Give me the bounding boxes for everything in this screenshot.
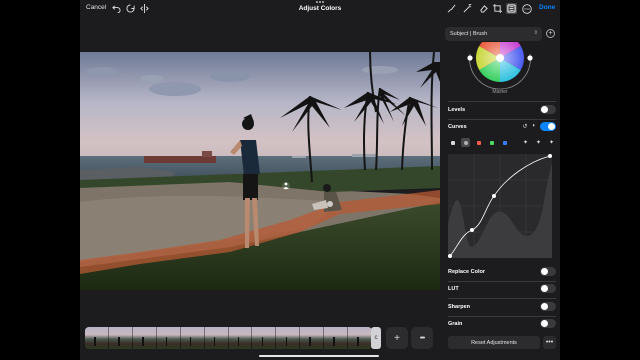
window-grabber[interactable] — [316, 1, 324, 4]
redo-icon[interactable] — [125, 3, 136, 14]
channel-luminance-button[interactable] — [448, 138, 457, 147]
sharpen-toggle[interactable] — [540, 302, 556, 311]
add-frame-button[interactable]: + — [386, 327, 408, 349]
app-window: Cancel Adjust Colors Done c + ••• Subjec… — [80, 0, 560, 360]
curves-toggle[interactable] — [540, 122, 556, 131]
grain-toggle[interactable] — [540, 319, 556, 328]
replace-color-label: Replace Color — [448, 269, 485, 275]
divider — [448, 316, 556, 317]
lut-toggle[interactable] — [540, 284, 556, 293]
photo-canvas[interactable] — [80, 52, 440, 290]
levels-label: Levels — [448, 107, 466, 113]
sharpen-label: Sharpen — [448, 304, 471, 310]
grain-row: Grain — [448, 318, 556, 330]
gray-point-picker-icon[interactable]: ✦ — [534, 138, 543, 147]
curves-row: Curves ↺ ◐ — [448, 121, 556, 133]
reset-curve-icon[interactable]: ↺ — [522, 123, 527, 130]
panel-more-button[interactable]: ••• — [543, 336, 556, 349]
compare-icon[interactable] — [139, 3, 150, 14]
film-frame[interactable] — [348, 327, 372, 349]
brush-icon[interactable] — [446, 3, 457, 14]
grain-label: Grain — [448, 321, 463, 327]
levels-row: Levels — [448, 104, 556, 116]
magic-wand-icon[interactable] — [462, 3, 473, 14]
film-frame[interactable] — [132, 327, 157, 349]
subject-selector-label: Subject | Brush — [450, 31, 488, 37]
reset-adjustments-button[interactable]: Reset Adjustments — [448, 336, 540, 349]
lut-row: LUT — [448, 283, 556, 295]
film-frame[interactable] — [252, 327, 277, 349]
film-frame[interactable] — [156, 327, 181, 349]
eraser-icon[interactable] — [478, 3, 489, 14]
home-indicator[interactable] — [259, 355, 379, 357]
lut-label: LUT — [448, 286, 459, 292]
add-subject-button[interactable]: + — [546, 29, 555, 38]
film-frame[interactable] — [300, 327, 325, 349]
film-frame[interactable] — [108, 327, 133, 349]
curve-editor[interactable] — [448, 154, 552, 258]
filmstrip[interactable] — [85, 327, 372, 349]
subject-selector[interactable]: Subject | Brush ⇕ — [445, 27, 542, 41]
chevron-updown-icon: ⇕ — [533, 30, 538, 36]
crop-icon[interactable] — [492, 3, 503, 14]
black-point-picker-icon[interactable]: ✦ — [521, 138, 530, 147]
divider — [448, 298, 556, 299]
top-toolbar: Cancel Adjust Colors Done — [80, 0, 560, 18]
film-frame[interactable] — [180, 327, 205, 349]
more-icon[interactable] — [521, 3, 532, 14]
filmstrip-handle[interactable]: c — [371, 327, 381, 349]
wheel-label: Master — [492, 89, 508, 95]
divider — [448, 119, 556, 120]
white-point-picker-icon[interactable]: ✦ — [547, 138, 556, 147]
channel-green-button[interactable] — [487, 138, 496, 147]
sharpen-row: Sharpen — [448, 301, 556, 313]
levels-toggle[interactable] — [540, 105, 556, 114]
curve-mask-icon[interactable]: ◐ — [532, 123, 536, 130]
color-wheel[interactable] — [462, 42, 538, 92]
film-frame[interactable] — [228, 327, 253, 349]
replace-color-row: Replace Color — [448, 266, 556, 278]
cancel-button[interactable]: Cancel — [86, 4, 106, 11]
divider — [448, 101, 556, 102]
person-marker-icon[interactable] — [282, 182, 290, 190]
divider — [448, 281, 556, 282]
adjust-panel: Subject | Brush ⇕ + Master Levels Curves… — [440, 18, 560, 360]
filmstrip-more-button[interactable]: ••• — [411, 327, 433, 349]
channel-rgb-button[interactable] — [461, 138, 470, 147]
curve-channels: ✦ ✦ ✦ — [448, 138, 556, 147]
channel-blue-button[interactable] — [500, 138, 509, 147]
replace-color-toggle[interactable] — [540, 267, 556, 276]
film-frame[interactable] — [276, 327, 301, 349]
channel-red-button[interactable] — [474, 138, 483, 147]
undo-icon[interactable] — [111, 3, 122, 14]
film-frame[interactable] — [204, 327, 229, 349]
film-frame[interactable] — [85, 327, 109, 349]
brush-marker-icon[interactable] — [327, 201, 333, 207]
film-frame[interactable] — [324, 327, 349, 349]
adjust-icon[interactable] — [506, 3, 517, 14]
curves-label: Curves — [448, 124, 467, 130]
done-button[interactable]: Done — [539, 4, 555, 11]
